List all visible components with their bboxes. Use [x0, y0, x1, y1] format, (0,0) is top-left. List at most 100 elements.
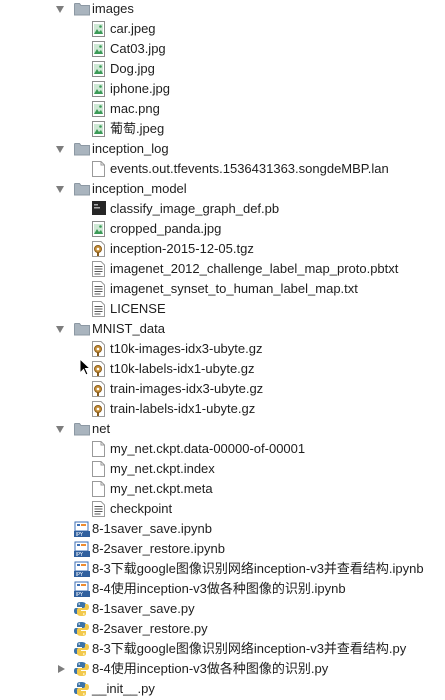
expand-arrow-icon[interactable]	[56, 326, 64, 333]
archive-file-icon	[92, 381, 106, 397]
tree-item-label: classify_image_graph_def.pb	[110, 201, 280, 216]
file-icon	[92, 461, 106, 477]
text-file-icon	[92, 301, 106, 317]
file-icon	[92, 161, 106, 177]
tree-file[interactable]: Dog.jpg	[0, 59, 445, 79]
tree-file[interactable]: Cat03.jpg	[0, 39, 445, 59]
tree-item-label: inception_model	[92, 181, 187, 196]
expand-arrow-icon[interactable]	[56, 426, 64, 433]
tree-file[interactable]: t10k-labels-idx1-ubyte.gz	[0, 359, 445, 379]
svg-text:IPY: IPY	[76, 552, 84, 557]
tree-item-label: MNIST_data	[92, 321, 165, 336]
tree-folder[interactable]: inception_model	[0, 179, 445, 199]
tree-item-label: 葡萄.jpeg	[110, 121, 165, 136]
tree-file[interactable]: IPY 8-1saver_save.ipynb	[0, 519, 445, 539]
expand-arrow-icon[interactable]	[56, 6, 64, 13]
image-file-icon	[92, 61, 106, 77]
archive-file-icon	[92, 241, 106, 257]
folder-icon	[74, 142, 90, 158]
tree-file[interactable]: classify_image_graph_def.pb	[0, 199, 445, 219]
tree-item-label: Cat03.jpg	[110, 41, 166, 56]
tree-file[interactable]: events.out.tfevents.1536431363.songdeMBP…	[0, 159, 445, 179]
tree-item-label: my_net.ckpt.index	[110, 461, 215, 476]
python-file-icon	[74, 681, 89, 697]
tree-file[interactable]: 葡萄.jpeg	[0, 119, 445, 139]
tree-item-label: inception-2015-12-05.tgz	[110, 241, 254, 256]
expand-arrow-icon[interactable]	[56, 146, 64, 153]
python-file-icon	[74, 601, 89, 617]
tree-item-label: cropped_panda.jpg	[110, 221, 222, 236]
mouse-pointer-icon	[79, 358, 91, 376]
tree-item-label: __init__.py	[92, 681, 155, 696]
tree-file[interactable]: cropped_panda.jpg	[0, 219, 445, 239]
tree-file[interactable]: 8-3下载google图像识别网络inception-v3并查看结构.py	[0, 639, 445, 659]
tree-file[interactable]: my_net.ckpt.index	[0, 459, 445, 479]
tree-item-label: train-images-idx3-ubyte.gz	[110, 381, 264, 396]
tree-item-label: 8-2saver_restore.ipynb	[92, 541, 225, 556]
svg-text:IPY: IPY	[76, 572, 84, 577]
tree-file[interactable]: __init__.py	[0, 679, 445, 699]
folder-icon	[74, 422, 90, 438]
tree-file[interactable]: my_net.ckpt.data-00000-of-00001	[0, 439, 445, 459]
text-file-icon	[92, 281, 106, 297]
tree-file[interactable]: iphone.jpg	[0, 79, 445, 99]
tree-file[interactable]: IPY 8-4使用inception-v3做各种图像的识别.ipynb	[0, 579, 445, 599]
tree-file[interactable]: t10k-images-idx3-ubyte.gz	[0, 339, 445, 359]
tree-file[interactable]: LICENSE	[0, 299, 445, 319]
text-file-icon	[92, 501, 106, 517]
tree-file[interactable]: imagenet_synset_to_human_label_map.txt	[0, 279, 445, 299]
file-icon	[92, 441, 106, 457]
tree-file[interactable]: mac.png	[0, 99, 445, 119]
python-file-icon	[74, 661, 89, 677]
folder-icon	[74, 2, 90, 18]
tree-file[interactable]: 8-1saver_save.py	[0, 599, 445, 619]
tree-file[interactable]: IPY 8-2saver_restore.ipynb	[0, 539, 445, 559]
ipynb-file-icon: IPY	[74, 521, 90, 538]
image-file-icon	[92, 81, 106, 97]
tree-item-label: my_net.ckpt.meta	[110, 481, 213, 496]
tree-file[interactable]: 8-2saver_restore.py	[0, 619, 445, 639]
tree-item-label: events.out.tfevents.1536431363.songdeMBP…	[110, 161, 389, 176]
tree-item-label: checkpoint	[110, 501, 173, 516]
image-file-icon	[92, 221, 106, 237]
tree-file[interactable]: inception-2015-12-05.tgz	[0, 239, 445, 259]
tree-file[interactable]: car.jpeg	[0, 19, 445, 39]
tree-item-label: 8-3下载google图像识别网络inception-v3并查看结构.py	[92, 641, 407, 656]
ipynb-file-icon: IPY	[74, 561, 90, 578]
tree-file[interactable]: imagenet_2012_challenge_label_map_proto.…	[0, 259, 445, 279]
tree-folder[interactable]: images	[0, 0, 445, 19]
tree-item-label: iphone.jpg	[110, 81, 170, 96]
file-icon	[92, 481, 106, 497]
tree-file[interactable]: train-labels-idx1-ubyte.gz	[0, 399, 445, 419]
tree-folder[interactable]: inception_log	[0, 139, 445, 159]
tree-folder[interactable]: net	[0, 419, 445, 439]
tree-folder[interactable]: MNIST_data	[0, 319, 445, 339]
archive-file-icon	[92, 401, 106, 417]
ipynb-file-icon: IPY	[74, 581, 90, 598]
tree-file[interactable]: IPY 8-3下载google图像识别网络inception-v3并查看结构.ip…	[0, 559, 445, 579]
image-file-icon	[92, 21, 106, 37]
python-file-icon	[74, 621, 89, 637]
tree-file[interactable]: train-images-idx3-ubyte.gz	[0, 379, 445, 399]
image-file-icon	[92, 41, 106, 57]
tree-item-label: 8-4使用inception-v3做各种图像的识别.py	[92, 661, 329, 676]
text-file-icon	[92, 261, 106, 277]
tree-item-label: car.jpeg	[110, 21, 156, 36]
tree-file[interactable]: checkpoint	[0, 499, 445, 519]
tree-item-label: net	[92, 421, 111, 436]
svg-text:IPY: IPY	[76, 532, 84, 537]
tree-item-label: 8-1saver_save.ipynb	[92, 521, 212, 536]
expand-arrow-icon[interactable]	[56, 186, 64, 193]
python-file-icon	[74, 641, 89, 657]
tree-item-label: t10k-images-idx3-ubyte.gz	[110, 341, 263, 356]
collapse-arrow-icon[interactable]	[58, 665, 65, 673]
tree-item-label: Dog.jpg	[110, 61, 155, 76]
tree-file[interactable]: 8-4使用inception-v3做各种图像的识别.py	[0, 659, 445, 679]
binary-file-icon	[92, 201, 106, 217]
tree-item-label: inception_log	[92, 141, 169, 156]
tree-file[interactable]: my_net.ckpt.meta	[0, 479, 445, 499]
ipynb-file-icon: IPY	[74, 541, 90, 558]
tree-item-label: 8-4使用inception-v3做各种图像的识别.ipynb	[92, 581, 346, 596]
tree-item-label: 8-1saver_save.py	[92, 601, 195, 616]
tree-item-label: imagenet_2012_challenge_label_map_proto.…	[110, 261, 399, 276]
